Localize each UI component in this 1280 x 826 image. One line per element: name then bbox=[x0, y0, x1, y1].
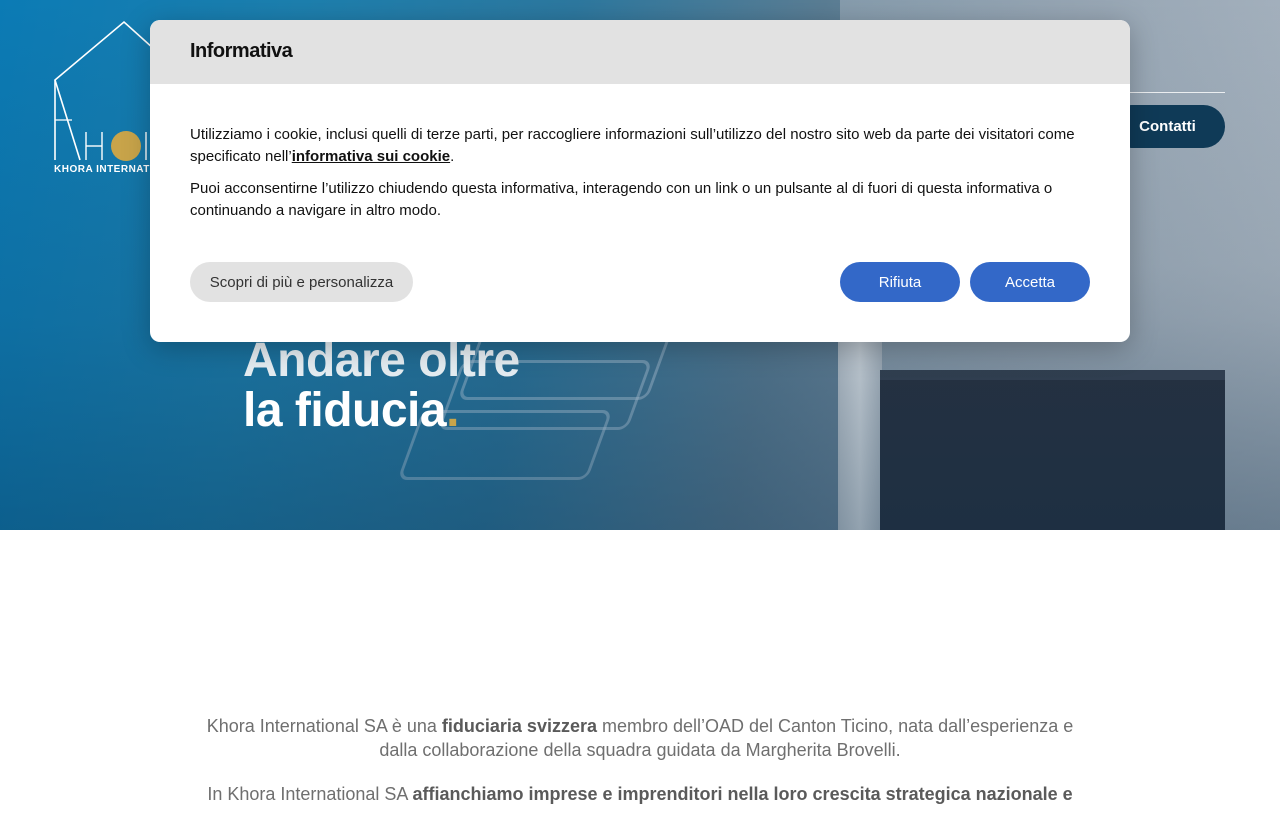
hero-headline-dot: . bbox=[446, 384, 459, 437]
cookie-modal-body: Utilizziamo i cookie, inclusi quelli di … bbox=[150, 84, 1130, 222]
intro-p2-text-a: In Khora International SA bbox=[207, 784, 413, 804]
cookie-modal-header: Informativa bbox=[150, 20, 1130, 84]
cookie-consent-modal: Informativa Utilizziamo i cookie, inclus… bbox=[150, 20, 1130, 342]
learn-more-customize-button[interactable]: Scopri di più e personalizza bbox=[190, 262, 413, 302]
cookie-text-1: Utilizziamo i cookie, inclusi quelli di … bbox=[190, 124, 1090, 168]
cookie-policy-link[interactable]: informativa sui cookie bbox=[292, 148, 450, 165]
cookie-text-2: Puoi acconsentirne l’utilizzo chiudendo … bbox=[190, 180, 1053, 219]
intro-paragraph-1: Khora International SA è una fiduciaria … bbox=[190, 714, 1090, 762]
hero-headline-line1: Andare oltre bbox=[243, 334, 520, 387]
intro-p1-bold: fiduciaria svizzera bbox=[441, 716, 597, 736]
intro-section: Khora International SA è una fiduciaria … bbox=[190, 714, 1090, 826]
intro-p1-text-a: Khora International SA è una bbox=[206, 716, 442, 736]
hero-headline: Andare oltre la fiducia. bbox=[243, 336, 520, 436]
hero-headline-line2: la fiducia. bbox=[243, 386, 520, 436]
hero-headline-line2-text: la fiducia bbox=[243, 384, 447, 437]
accept-button[interactable]: Accetta bbox=[970, 262, 1090, 302]
intro-p2-bold: affianchiamo imprese e imprenditori nell… bbox=[412, 784, 1073, 804]
intro-paragraph-2: In Khora International SA affianchiamo i… bbox=[190, 782, 1090, 806]
nav-divider bbox=[1120, 92, 1225, 93]
cookie-modal-title: Informativa bbox=[190, 40, 293, 62]
reject-button[interactable]: Rifiuta bbox=[840, 262, 960, 302]
cookie-text-1b: . bbox=[450, 148, 455, 165]
